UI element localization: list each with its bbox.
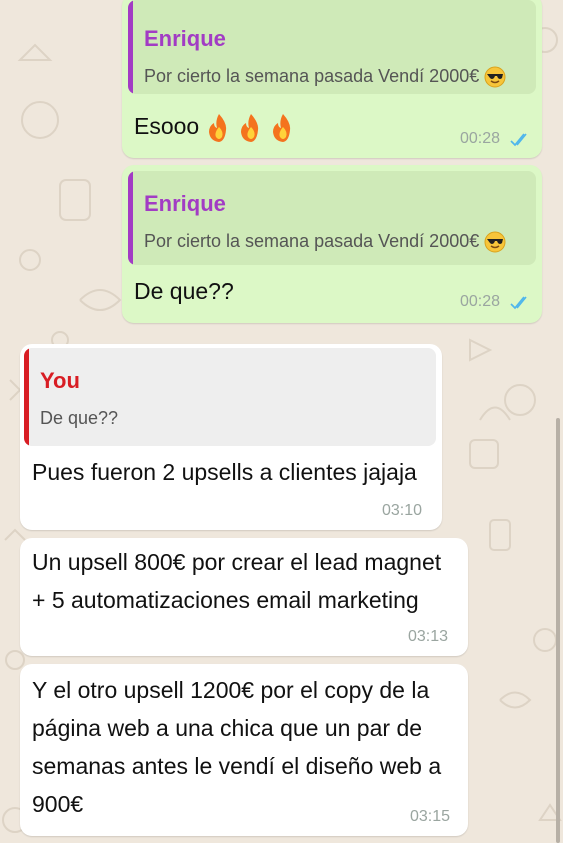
message-time: 00:28	[460, 293, 501, 310]
message-text: Pues fueron 2 upsells a clientes jajaja	[32, 459, 417, 485]
message-time: 03:13	[408, 628, 449, 645]
read-ticks-icon	[510, 133, 527, 147]
fire-icon	[273, 113, 291, 142]
reply-text: Por cierto la semana pasada Vendí 2000€	[144, 66, 506, 88]
reply-quote-bar	[128, 0, 133, 94]
reply-text: Por cierto la semana pasada Vendí 2000€	[144, 231, 506, 253]
smiling-face-with-sunglasses-icon	[484, 231, 506, 253]
reply-quote-bar	[24, 348, 29, 446]
read-ticks-icon	[510, 296, 527, 310]
message-time: 03:10	[382, 502, 423, 519]
reply-text-content: Por cierto la semana pasada Vendí 2000€	[144, 231, 480, 251]
message-text-line: + 5 automatizaciones email marketing	[32, 587, 419, 613]
reply-sender-name: You	[40, 368, 80, 393]
reply-quote[interactable]: Enrique Por cierto la semana pasada Vend…	[128, 171, 536, 265]
message-time: 00:28	[460, 130, 501, 147]
smiling-face-with-sunglasses-icon	[484, 66, 506, 88]
message-text-line: semanas antes le vendí el diseño web a	[32, 753, 442, 779]
reply-quote[interactable]: You De que??	[24, 348, 436, 446]
reply-text-content: Por cierto la semana pasada Vendí 2000€	[144, 66, 480, 86]
reply-quote-bar	[128, 171, 133, 265]
message-text-line: Y el otro upsell 1200€ por el copy de la	[32, 677, 430, 703]
message-text-line: 900€	[32, 791, 84, 817]
reply-quote[interactable]: Enrique Por cierto la semana pasada Vend…	[128, 0, 536, 94]
message-text-line: página web a una chica que un par de	[32, 715, 423, 741]
message-bubble-incoming[interactable]: Un upsell 800€ por crear el lead magnet …	[20, 538, 468, 656]
message-bubble-incoming[interactable]: You De que?? Pues fueron 2 upsells a cli…	[20, 344, 442, 530]
message-text-content: Esooo	[134, 113, 200, 139]
message-bubble-incoming[interactable]: Y el otro upsell 1200€ por el copy de la…	[20, 664, 468, 836]
reply-sender-name: Enrique	[144, 26, 226, 51]
reply-sender-name: Enrique	[144, 191, 226, 216]
message-bubble-outgoing[interactable]: Enrique Por cierto la semana pasada Vend…	[122, 0, 542, 158]
fire-icon	[241, 113, 259, 142]
reply-text: De que??	[40, 408, 119, 428]
message-time: 03:15	[410, 808, 451, 825]
message-text: Esooo	[134, 108, 296, 145]
scrollbar[interactable]	[556, 418, 560, 843]
message-text: De que??	[134, 278, 234, 304]
message-bubble-outgoing[interactable]: Enrique Por cierto la semana pasada Vend…	[122, 165, 542, 323]
fire-icon	[208, 113, 226, 142]
message-text-line: Un upsell 800€ por crear el lead magnet	[32, 549, 442, 575]
